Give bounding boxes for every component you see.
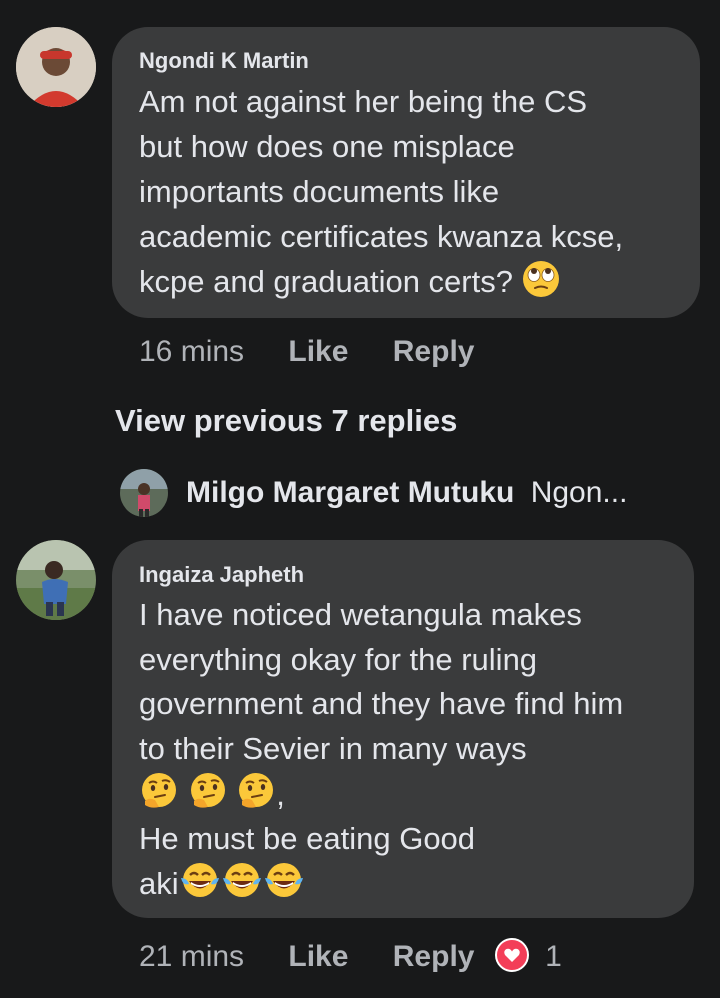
comment-line: to their Sevier in many ways — [139, 731, 527, 766]
profile-photo — [16, 27, 96, 107]
thinking-face-emoji — [142, 773, 176, 808]
reply-button[interactable]: Reply — [393, 335, 475, 368]
like-button[interactable]: Like — [288, 940, 348, 973]
thinking-face-emoji — [239, 773, 274, 808]
comment-line: importants documents like — [139, 174, 500, 209]
comment-line: kcpe and graduation certs? — [139, 264, 513, 299]
comment-line: but how does one misplace — [139, 129, 515, 164]
comment-timestamp: 21 mins — [139, 940, 245, 973]
like-button[interactable]: Like — [288, 335, 348, 368]
comment-line: government and they have find him — [139, 686, 624, 721]
reply-author[interactable]: Milgo Margaret Mutuku — [186, 476, 514, 509]
love-reaction-icon[interactable] — [494, 938, 529, 972]
comment-line: Am not against her being the CS — [139, 84, 588, 119]
comment-line: I have noticed wetangula makes — [139, 597, 582, 632]
comment-line: , — [276, 777, 285, 812]
thinking-face-emoji — [190, 773, 225, 808]
comment-line: academic certificates kwanza kcse, — [139, 219, 624, 254]
comment-line: everything okay for the ruling — [139, 642, 538, 677]
comment-author[interactable]: Ngondi K Martin — [139, 48, 309, 74]
face-with-tears-of-joy-emoji — [222, 863, 261, 897]
comment-line: aki — [139, 866, 179, 901]
comment-line: He must be eating Good — [139, 821, 476, 856]
reply-button[interactable]: Reply — [393, 940, 475, 973]
emoji-line: , — [139, 771, 285, 817]
face-with-tears-of-joy-emoji — [264, 863, 303, 897]
comment-meta: 21 mins Like Reply 1 — [139, 938, 562, 974]
reaction-count[interactable]: 1 — [545, 940, 562, 973]
reply-profile-photo — [120, 469, 168, 517]
comment-meta: 16 mins Like Reply — [139, 335, 474, 369]
reply-snippet: Ngon... — [530, 476, 628, 509]
profile-photo — [16, 540, 96, 620]
comment-timestamp: 16 mins — [139, 335, 245, 368]
reply-preview[interactable]: Milgo Margaret Mutuku Ngon... — [186, 476, 627, 510]
reply-avatar[interactable] — [120, 469, 168, 517]
comment-line-last: aki — [139, 860, 305, 906]
comment-line-last: kcpe and graduation certs? — [139, 259, 560, 304]
comment-author[interactable]: Ingaiza Japheth — [139, 562, 304, 588]
avatar[interactable] — [16, 540, 96, 620]
avatar[interactable] — [16, 27, 96, 107]
view-previous-replies-link[interactable]: View previous 7 replies — [115, 403, 457, 439]
face-with-tears-of-joy-emoji — [180, 863, 219, 897]
face-with-rolling-eyes-emoji — [522, 261, 559, 297]
